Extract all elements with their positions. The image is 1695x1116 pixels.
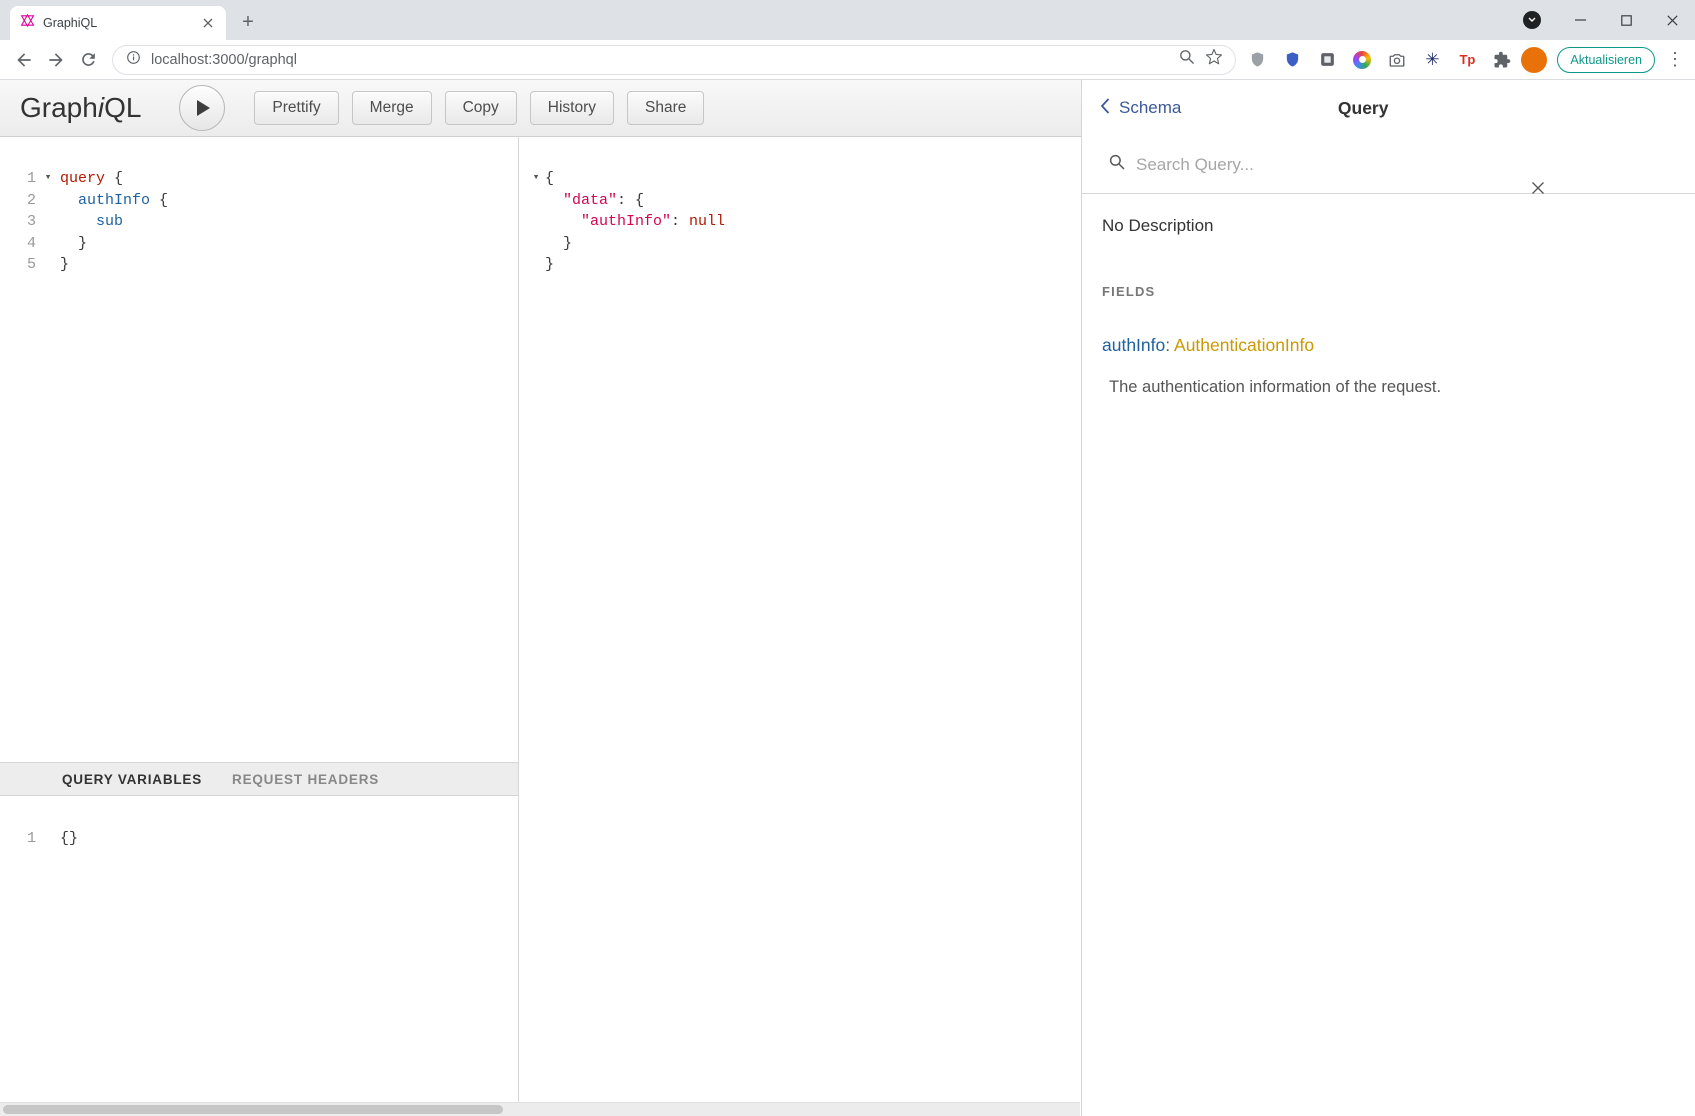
doc-body: No Description FIELDS authInfo: Authenti… — [1082, 216, 1695, 397]
code-line: } — [527, 233, 1080, 255]
url-bar[interactable]: localhost:3000/graphql — [112, 45, 1236, 75]
extensions-area: ✳ Tp — [1244, 47, 1515, 73]
type-name-link[interactable]: AuthenticationInfo — [1174, 335, 1314, 355]
tab-request-headers[interactable]: REQUEST HEADERS — [232, 772, 379, 787]
code-line: ▾ { — [527, 168, 1080, 190]
graphiql-logo: GraphiQL — [20, 92, 141, 124]
scrollbar-thumb[interactable] — [3, 1105, 503, 1114]
browser-tab[interactable]: GraphiQL — [10, 6, 226, 40]
back-icon[interactable] — [8, 44, 40, 76]
window-close-button[interactable] — [1649, 0, 1695, 40]
graphiql-toolbar: GraphiQL Prettify Merge Copy History Sha… — [0, 80, 1081, 137]
code-line: 5 } — [0, 254, 518, 276]
prettify-button[interactable]: Prettify — [254, 91, 338, 125]
refresh-icon[interactable] — [72, 44, 104, 76]
share-button[interactable]: Share — [627, 91, 704, 125]
doc-search-input[interactable] — [1136, 155, 1669, 175]
line-number: 1 — [0, 168, 36, 190]
line-number: 1 — [0, 828, 36, 850]
url-text[interactable]: localhost:3000/graphql — [151, 52, 1169, 68]
browser-window: GraphiQL + — [0, 0, 1695, 1116]
new-tab-button[interactable]: + — [234, 8, 262, 36]
field-token: authInfo — [78, 192, 150, 209]
line-number: 5 — [0, 254, 36, 276]
profile-avatar[interactable] — [1521, 47, 1547, 73]
close-icon — [1530, 180, 1546, 196]
code-line: "authInfo": null — [527, 211, 1080, 233]
search-icon — [1108, 153, 1126, 176]
code-line: 2 authInfo { — [0, 190, 518, 212]
merge-button[interactable]: Merge — [352, 91, 432, 125]
query-editor[interactable]: 1 ▾ query { 2 authInfo { 3 sub 4 } 5 — [0, 137, 518, 762]
code-line: "data": { — [527, 190, 1080, 212]
shield-extension-icon[interactable] — [1244, 47, 1270, 73]
extensions-puzzle-icon[interactable] — [1489, 47, 1515, 73]
line-number: 4 — [0, 233, 36, 255]
graphql-favicon-icon — [20, 13, 35, 33]
doc-field-description: The authentication information of the re… — [1109, 378, 1675, 397]
json-key-token: "authInfo" — [581, 213, 671, 230]
fold-arrow-icon[interactable]: ▾ — [527, 168, 545, 190]
execute-query-button[interactable] — [179, 85, 225, 131]
tab-query-variables[interactable]: QUERY VARIABLES — [62, 772, 202, 787]
tab-close-icon[interactable] — [200, 15, 216, 31]
variables-editor[interactable]: 1 {} — [0, 797, 518, 1102]
code-line: 3 sub — [0, 211, 518, 233]
tp-extension-icon[interactable]: Tp — [1454, 47, 1480, 73]
line-number: 2 — [0, 190, 36, 212]
doc-search-row — [1082, 136, 1695, 194]
window-maximize-button[interactable] — [1603, 0, 1649, 40]
doc-no-description: No Description — [1102, 216, 1675, 236]
doc-close-button[interactable] — [1527, 177, 1549, 199]
result-viewer[interactable]: ▾ { "data": { "authInfo": null } } — [520, 137, 1080, 1102]
page-info-icon[interactable] — [125, 49, 142, 71]
doc-back-link[interactable]: Schema — [1100, 98, 1181, 119]
horizontal-scrollbar[interactable] — [0, 1102, 1080, 1116]
field-name-link[interactable]: authInfo — [1102, 335, 1165, 355]
blue-shield-extension-icon[interactable] — [1279, 47, 1305, 73]
code-line: } — [527, 254, 1080, 276]
json-key-token: "data" — [563, 192, 617, 209]
field-token: sub — [96, 213, 123, 230]
doc-field-row: authInfo: AuthenticationInfo — [1102, 335, 1675, 356]
code-line: 4 } — [0, 233, 518, 255]
copy-button[interactable]: Copy — [445, 91, 517, 125]
history-button[interactable]: History — [530, 91, 614, 125]
play-icon — [196, 99, 211, 117]
json-null-token: null — [689, 213, 725, 230]
variables-title-bar: QUERY VARIABLES REQUEST HEADERS — [0, 762, 518, 796]
browser-tab-strip: GraphiQL + — [0, 0, 1695, 40]
doc-title: Query — [1181, 98, 1545, 119]
zoom-icon[interactable] — [1178, 48, 1196, 71]
color-wheel-extension-icon[interactable] — [1349, 47, 1375, 73]
asterisk-extension-icon[interactable]: ✳ — [1419, 47, 1445, 73]
browser-navbar: localhost:3000/graphql — [0, 40, 1695, 80]
update-button[interactable]: Aktualisieren — [1557, 47, 1655, 73]
tab-search-icon[interactable] — [1523, 11, 1541, 29]
code-line: 1 ▾ query { — [0, 168, 518, 190]
browser-menu-icon[interactable]: ⋮ — [1663, 49, 1687, 70]
bookmark-star-icon[interactable] — [1205, 48, 1223, 71]
gray-square-extension-icon[interactable] — [1314, 47, 1340, 73]
camera-extension-icon[interactable] — [1384, 47, 1410, 73]
editor-pane: 1 ▾ query { 2 authInfo { 3 sub 4 } 5 — [0, 137, 519, 1116]
doc-explorer-header: Schema Query — [1082, 80, 1695, 136]
doc-back-label: Schema — [1119, 98, 1181, 118]
line-number: 3 — [0, 211, 36, 233]
doc-fields-label: FIELDS — [1102, 284, 1675, 299]
window-minimize-button[interactable] — [1557, 0, 1603, 40]
code-line: 1 {} — [0, 828, 518, 850]
chevron-left-icon — [1100, 98, 1110, 119]
forward-icon[interactable] — [40, 44, 72, 76]
tab-title: GraphiQL — [43, 16, 192, 30]
fold-arrow-icon[interactable]: ▾ — [36, 168, 60, 190]
keyword-token: query — [60, 170, 105, 187]
doc-explorer: Schema Query No Description FIELDS authI… — [1081, 80, 1695, 1116]
